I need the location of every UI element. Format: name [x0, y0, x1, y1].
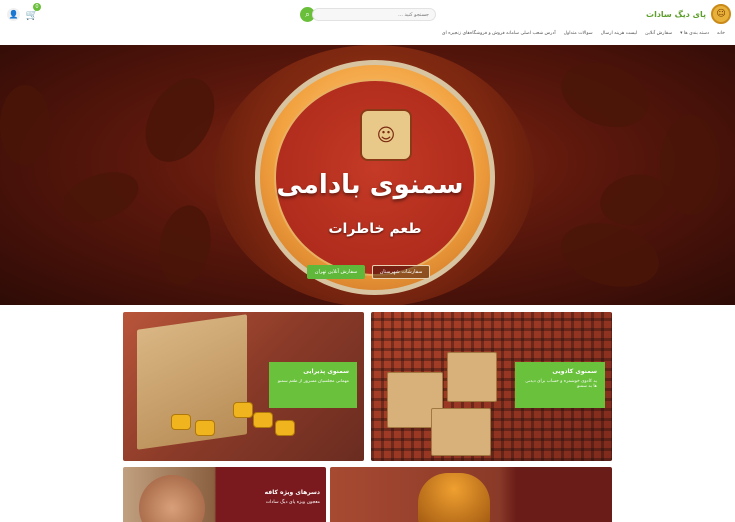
product-card-gift[interactable]: سمنوی کادویی یه کادوی خوشمزه و حساب برای… — [371, 312, 612, 461]
card-title: سمنوی پذیرایی — [303, 368, 349, 375]
almond-decoration — [0, 85, 50, 165]
emblem-icon: ☺ — [360, 109, 412, 161]
almond-decoration — [552, 51, 658, 139]
almond-decoration — [553, 213, 667, 297]
gift-box — [431, 408, 491, 456]
gift-box — [447, 352, 497, 402]
card-title: سمنوی کادویی — [552, 368, 597, 375]
almond-decoration — [54, 162, 146, 233]
gift-box — [137, 314, 247, 450]
nav-item-faq[interactable]: سوالات متداول — [564, 31, 593, 36]
logo-icon: ☺ — [711, 4, 731, 24]
search-input[interactable] — [312, 8, 436, 21]
cart-icon: 🛒 — [25, 9, 39, 21]
almond-decoration — [153, 201, 217, 289]
logo-text: پای دیگ سادات — [646, 9, 706, 19]
cart-count-badge: 0 — [33, 3, 41, 11]
site-logo[interactable]: ☺ پای دیگ سادات — [646, 4, 731, 24]
user-icon[interactable]: 👤 — [7, 8, 20, 21]
tehran-order-button[interactable]: سفارش آنلاین تهران — [307, 265, 365, 279]
hero-banner: ☺ سمنوی بادامی طعم خاطرات سفارش آنلاین ت… — [0, 45, 735, 305]
hero-subtitle: طعم خاطرات — [328, 221, 422, 237]
nav-item-online-order[interactable]: سفارش آنلاین — [645, 31, 672, 36]
card-subtitle: معجون ویژه پای دیگ سادات — [265, 500, 320, 505]
product-card-pot[interactable] — [330, 467, 612, 522]
almond-decoration — [660, 115, 720, 215]
city-order-button[interactable]: سفارشات شهرستان — [372, 265, 430, 279]
card-subtitle: یه کادوی خوشمزه و حساب برای دیدنی ها به … — [525, 379, 597, 389]
nav-item-categories[interactable]: دسته بندی ها ▾ — [680, 31, 709, 36]
main-nav: خانه دسته بندی ها ▾ سفارش آنلاین لیست هز… — [442, 31, 725, 36]
almond-decoration — [131, 66, 229, 174]
cafe-label: دسرهای ویژه کافه معجون ویژه پای دیگ سادا… — [224, 489, 320, 505]
product-card-cafe[interactable]: دسرهای ویژه کافه معجون ویژه پای دیگ سادا… — [123, 467, 326, 522]
nav-item-branches[interactable]: آدرس شعب اصلی سامانه فروش و فروشگاه‌های … — [442, 31, 556, 36]
nav-item-shipping-cost[interactable]: لیست هزینه ارسال — [601, 31, 637, 36]
cart-button[interactable]: 🛒 0 — [25, 3, 41, 22]
search-bar: ⌕ — [300, 7, 436, 22]
site-header: ☺ پای دیگ سادات ⌕ 🛒 0 👤 خانه دسته بندی ه… — [0, 0, 735, 45]
hero-title: سمنوی بادامی — [276, 170, 464, 200]
card-subtitle: مهمانی مجلسیان مسرور از طعم سمنو — [277, 379, 349, 384]
product-card-reception[interactable]: سمنوی پذیرایی مهمانی مجلسیان مسرور از طع… — [123, 312, 364, 461]
copper-pot — [418, 473, 490, 522]
reception-label: سمنوی پذیرایی مهمانی مجلسیان مسرور از طع… — [269, 362, 357, 408]
gift-label: سمنوی کادویی یه کادوی خوشمزه و حساب برای… — [515, 362, 605, 408]
card-title: دسرهای ویژه کافه — [264, 489, 320, 496]
nav-item-home[interactable]: خانه — [717, 31, 725, 36]
